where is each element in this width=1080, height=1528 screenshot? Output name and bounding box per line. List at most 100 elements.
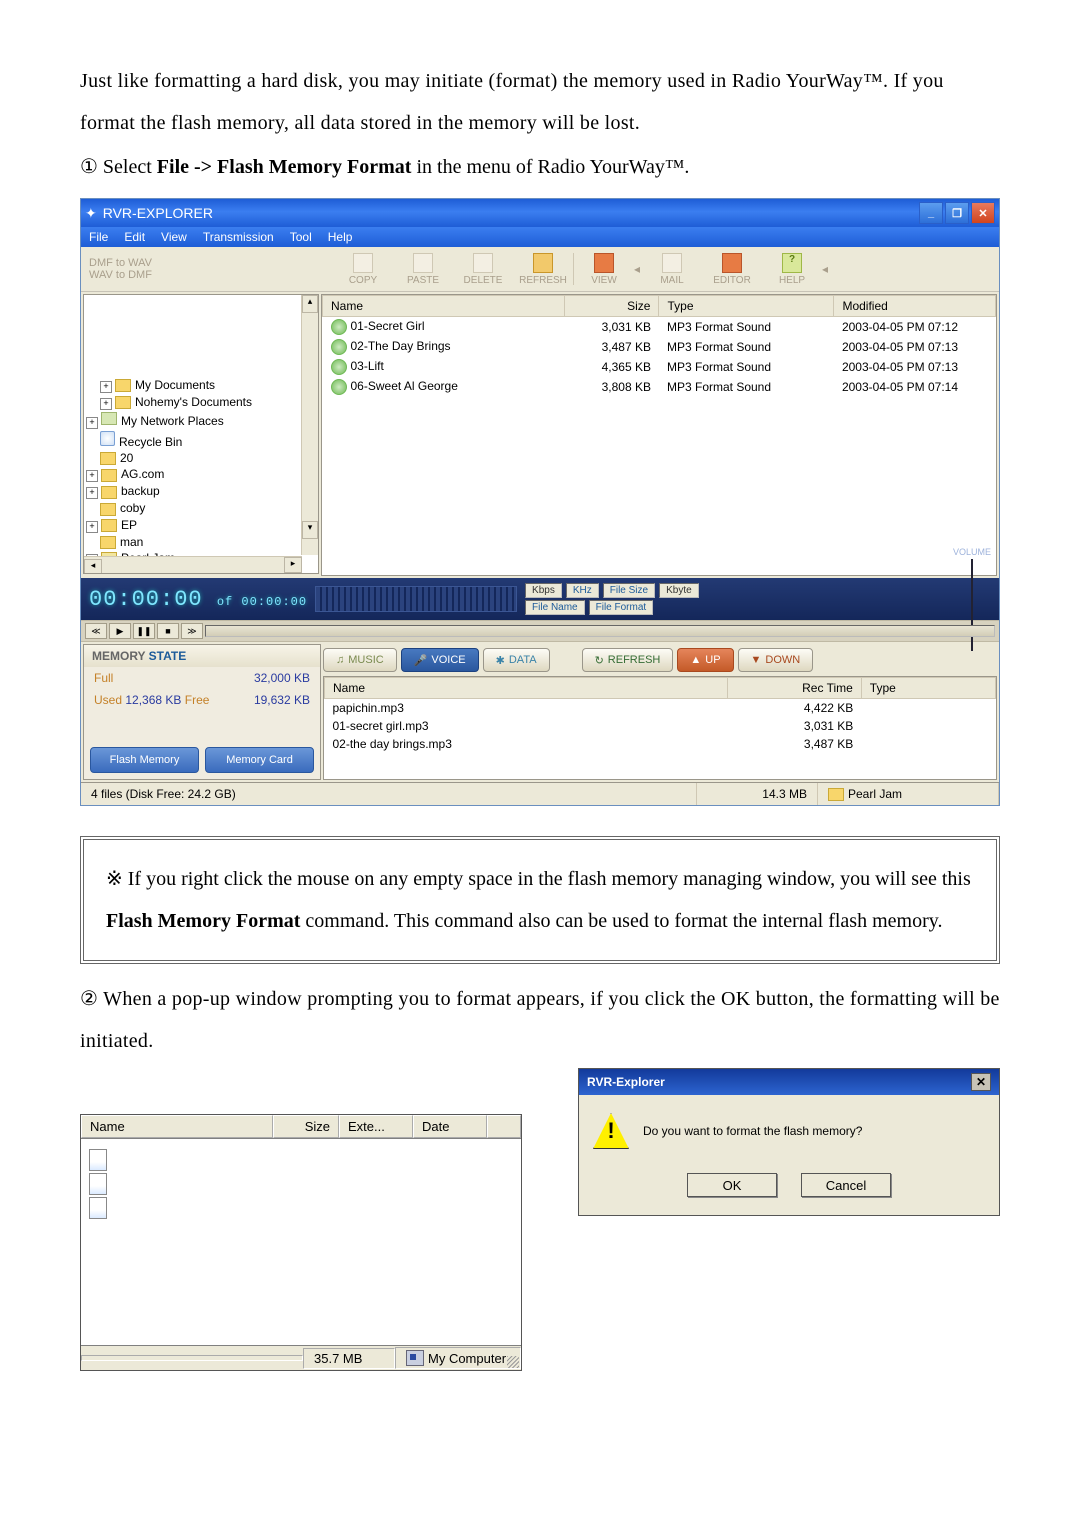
status-files: 4 files (Disk Free: 24.2 GB) <box>81 783 697 805</box>
minimize-button[interactable]: _ <box>919 202 943 224</box>
expand-icon[interactable]: + <box>86 470 98 482</box>
dialog-close-button[interactable]: ✕ <box>971 1073 991 1091</box>
menu-transmission[interactable]: Transmission <box>203 230 274 244</box>
music-button[interactable]: ♫MUSIC <box>323 648 397 672</box>
exp-col-ext[interactable]: Exte... <box>339 1115 413 1138</box>
tree-20[interactable]: 20 <box>120 451 133 465</box>
tree-nohemy-documents[interactable]: Nohemy's Documents <box>135 395 252 409</box>
file-row[interactable]: 01-Secret Girl3,031 KBMP3 Format Sound20… <box>323 317 996 338</box>
file-row[interactable]: 03-Lift4,365 KBMP3 Format Sound2003-04-0… <box>323 357 996 377</box>
voice-button[interactable]: 🎤VOICE <box>401 648 479 672</box>
tree-ep[interactable]: EP <box>121 518 137 532</box>
ok-button[interactable]: OK <box>687 1173 777 1197</box>
dialog-title: RVR-Explorer <box>587 1075 665 1089</box>
stop-button[interactable]: ■ <box>157 623 179 639</box>
tool-refresh[interactable]: REFRESH <box>513 253 573 286</box>
exp-col-date[interactable]: Date <box>413 1115 487 1138</box>
tool-mail[interactable]: MAIL <box>642 253 702 286</box>
file-icon[interactable] <box>89 1173 107 1195</box>
tree-coby[interactable]: coby <box>120 501 145 515</box>
tool-mail-label: MAIL <box>660 275 683 286</box>
flash-memory-button[interactable]: Flash Memory <box>90 747 199 773</box>
pause-button[interactable]: ❚❚ <box>133 623 155 639</box>
tool-paste[interactable]: PASTE <box>393 253 453 286</box>
file-name: 06-Sweet Al George <box>351 379 458 393</box>
main-row: + My Documents + Nohemy's Documents + My Ne… <box>81 292 999 578</box>
refresh-button[interactable]: ↻REFRESH <box>582 648 674 672</box>
tree-my-documents[interactable]: My Documents <box>135 378 215 392</box>
file-list[interactable]: Name Size Type Modified 01-Secret Girl3,… <box>321 294 997 576</box>
menu-edit[interactable]: Edit <box>124 230 145 244</box>
note-bold: Flash Memory Format <box>106 910 300 932</box>
tree-ag-com[interactable]: AG.com <box>121 467 164 481</box>
file-row[interactable]: 06-Sweet Al George3,808 KBMP3 Format Sou… <box>323 377 996 397</box>
resize-grip[interactable] <box>507 1356 519 1368</box>
khz-label: KHz <box>566 583 599 598</box>
tool-dmf-to-wav[interactable]: DMF to WAV <box>89 257 152 269</box>
exp-status-size: 35.7 MB <box>303 1348 395 1369</box>
tree-recycle-bin[interactable]: Recycle Bin <box>119 435 182 449</box>
progress-track[interactable] <box>205 625 995 637</box>
tool-view[interactable]: VIEW <box>574 253 634 286</box>
explorer-body[interactable] <box>81 1139 521 1345</box>
mem-file-name: papichin.mp3 <box>333 701 404 715</box>
tool-delete[interactable]: DELETE <box>453 253 513 286</box>
menu-file[interactable]: File <box>89 230 108 244</box>
refresh-icon: ↻ <box>595 654 604 667</box>
down-button[interactable]: ▼DOWN <box>738 648 814 672</box>
filter-button-row: ♫MUSIC 🎤VOICE ✱DATA ↻REFRESH ▲UP ▼DOWN <box>323 644 997 676</box>
memory-row: MEMORY STATE Full32,000 KB Used 12,368 K… <box>81 642 999 782</box>
next-button[interactable]: ≫ <box>181 623 203 639</box>
file-row[interactable]: 02-The Day Brings3,487 KBMP3 Format Soun… <box>323 337 996 357</box>
exp-col-scroll[interactable] <box>487 1115 521 1138</box>
col-size[interactable]: Size <box>565 296 659 317</box>
play-button[interactable]: ▶ <box>109 623 131 639</box>
tree-scrollbar-horizontal[interactable]: ◂▸ <box>84 556 302 573</box>
prev-button[interactable]: ≪ <box>85 623 107 639</box>
expand-icon[interactable]: + <box>100 381 112 393</box>
memory-file-row[interactable]: 02-the day brings.mp33,487 KB <box>325 735 996 753</box>
menu-view[interactable]: View <box>161 230 187 244</box>
memory-file-list[interactable]: Name Rec Time Type papichin.mp34,422 KB … <box>323 676 997 780</box>
folder-tree[interactable]: + My Documents + Nohemy's Documents + My Ne… <box>83 294 319 574</box>
menu-help[interactable]: Help <box>328 230 353 244</box>
menu-tool[interactable]: Tool <box>290 230 312 244</box>
tree-backup[interactable]: backup <box>121 484 160 498</box>
memory-file-row[interactable]: 01-secret girl.mp33,031 KB <box>325 717 996 735</box>
file-icon[interactable] <box>89 1197 107 1219</box>
tree-man[interactable]: man <box>120 535 143 549</box>
memory-file-row[interactable]: papichin.mp34,422 KB <box>325 699 996 718</box>
tool-editor[interactable]: EDITOR <box>702 253 762 286</box>
expand-icon[interactable]: + <box>86 417 98 429</box>
exp-col-name[interactable]: Name <box>81 1115 273 1138</box>
expand-icon[interactable]: + <box>86 487 98 499</box>
col2-name[interactable]: Name <box>325 678 728 699</box>
expand-icon[interactable]: + <box>100 398 112 410</box>
mem-used-label: Used 12,368 KB Free <box>94 693 209 707</box>
my-computer-icon <box>406 1350 424 1366</box>
col2-type[interactable]: Type <box>861 678 995 699</box>
up-button[interactable]: ▲UP <box>677 648 733 672</box>
maximize-button[interactable]: ❐ <box>945 202 969 224</box>
col-type[interactable]: Type <box>659 296 834 317</box>
col-name[interactable]: Name <box>323 296 565 317</box>
tool-wav-to-dmf[interactable]: WAV to DMF <box>89 269 152 281</box>
exp-col-size[interactable]: Size <box>273 1115 339 1138</box>
expand-icon[interactable]: + <box>86 521 98 533</box>
dialog-message: Do you want to format the flash memory? <box>643 1124 862 1138</box>
file-icon[interactable] <box>89 1149 107 1171</box>
data-button[interactable]: ✱DATA <box>483 648 550 672</box>
col2-rec-time[interactable]: Rec Time <box>727 678 861 699</box>
memory-card-button[interactable]: Memory Card <box>205 747 314 773</box>
tree-scrollbar-vertical[interactable]: ▴▾ <box>301 295 318 555</box>
volume-slider[interactable] <box>971 559 973 651</box>
close-button[interactable]: ✕ <box>971 202 995 224</box>
explorer-header: Name Size Exte... Date <box>81 1115 521 1139</box>
cancel-button[interactable]: Cancel <box>801 1173 891 1197</box>
tree-network-places[interactable]: My Network Places <box>121 414 224 428</box>
tool-help[interactable]: ?HELP <box>762 253 822 286</box>
mem-full-value: 32,000 KB <box>254 671 310 685</box>
tool-copy[interactable]: COPY <box>333 253 393 286</box>
step-1: ① Select File -> Flash Memory Format in … <box>80 146 1000 188</box>
col-modified[interactable]: Modified <box>834 296 996 317</box>
